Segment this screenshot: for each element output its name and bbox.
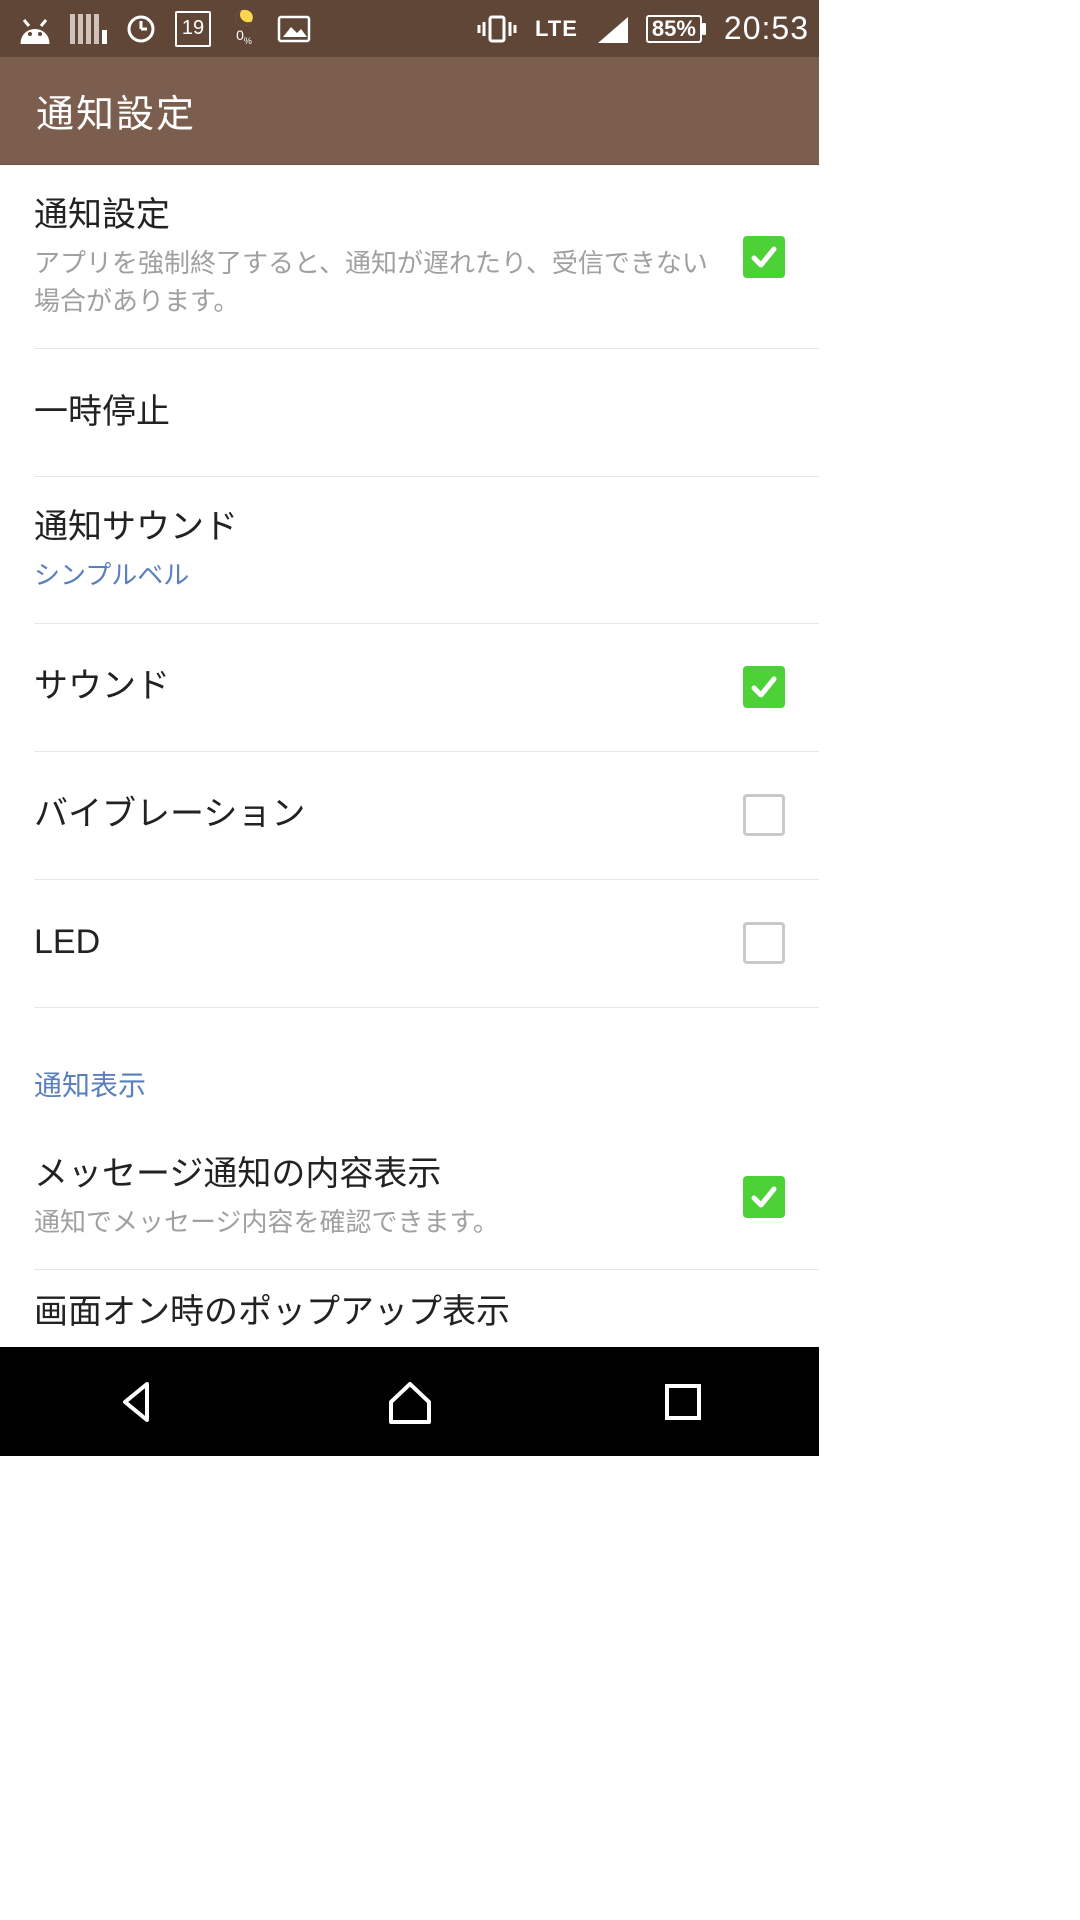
row-popup-screen-on[interactable]: 画面オン時のポップアップ表示 OFF bbox=[34, 1270, 819, 1347]
calendar-day-value: 19 bbox=[182, 17, 204, 40]
section-header-notification-display: 通知表示 bbox=[34, 1008, 819, 1124]
row-title: LED bbox=[34, 920, 723, 966]
page-title: 通知設定 bbox=[36, 83, 196, 138]
weather-unit: % bbox=[244, 36, 252, 46]
checkbox-sound[interactable] bbox=[743, 666, 785, 708]
row-notification-settings[interactable]: 通知設定 アプリを強制終了すると、通知が遅れたり、受信できない場合があります。 bbox=[34, 165, 819, 349]
row-title: 通知サウンド bbox=[34, 505, 765, 551]
row-title: 画面オン時のポップアップ表示 bbox=[34, 1290, 765, 1336]
calendar-day-icon: 19 bbox=[175, 11, 211, 47]
row-sound[interactable]: サウンド bbox=[34, 624, 819, 752]
row-subtitle: 通知でメッセージ内容を確認できます。 bbox=[34, 1204, 723, 1242]
row-title: 通知設定 bbox=[34, 193, 723, 239]
recents-button[interactable] bbox=[653, 1372, 713, 1432]
network-type: LTE bbox=[535, 16, 578, 42]
signal-icon bbox=[596, 15, 628, 43]
android-head-icon bbox=[18, 14, 52, 44]
status-left: 19 0% bbox=[18, 10, 311, 48]
row-title: メッセージ通知の内容表示 bbox=[34, 1152, 723, 1198]
picture-icon bbox=[277, 15, 311, 43]
checkbox-vibration[interactable] bbox=[743, 794, 785, 836]
row-vibration[interactable]: バイブレーション bbox=[34, 752, 819, 880]
status-right: LTE 85% 20:53 bbox=[477, 10, 809, 47]
checkbox-led[interactable] bbox=[743, 922, 785, 964]
vibrate-icon bbox=[477, 14, 517, 44]
row-title: サウンド bbox=[34, 664, 723, 710]
back-button[interactable] bbox=[107, 1372, 167, 1432]
checkbox-notification[interactable] bbox=[743, 236, 785, 278]
row-value: シンプルベル bbox=[34, 557, 765, 595]
home-button[interactable] bbox=[380, 1372, 440, 1432]
clock: 20:53 bbox=[720, 10, 809, 47]
row-title: バイブレーション bbox=[34, 792, 723, 838]
row-subtitle: アプリを強制終了すると、通知が遅れたり、受信できない場合があります。 bbox=[34, 245, 723, 320]
weather-pct: 0 bbox=[236, 27, 244, 43]
settings-content[interactable]: 通知設定 アプリを強制終了すると、通知が遅れたり、受信できない場合があります。 … bbox=[0, 165, 819, 1347]
equalizer-bars-icon bbox=[70, 14, 107, 44]
row-message-content[interactable]: メッセージ通知の内容表示 通知でメッセージ内容を確認できます。 bbox=[34, 1124, 819, 1271]
battery-level: 85% bbox=[646, 15, 702, 43]
row-value: OFF bbox=[34, 1342, 765, 1347]
row-notification-sound[interactable]: 通知サウンド シンプルベル bbox=[34, 477, 819, 624]
android-nav-bar bbox=[0, 1347, 819, 1456]
app-bar: 通知設定 bbox=[0, 57, 819, 165]
battery-indicator: 85% bbox=[646, 15, 702, 43]
row-pause[interactable]: 一時停止 bbox=[34, 349, 819, 477]
weather-icon: 0% bbox=[229, 10, 259, 48]
row-led[interactable]: LED bbox=[34, 880, 819, 1008]
row-title: 一時停止 bbox=[34, 390, 765, 436]
status-bar: 19 0% LTE 85% 20:53 bbox=[0, 0, 819, 57]
checkbox-message-content[interactable] bbox=[743, 1176, 785, 1218]
timer-icon bbox=[125, 13, 157, 45]
